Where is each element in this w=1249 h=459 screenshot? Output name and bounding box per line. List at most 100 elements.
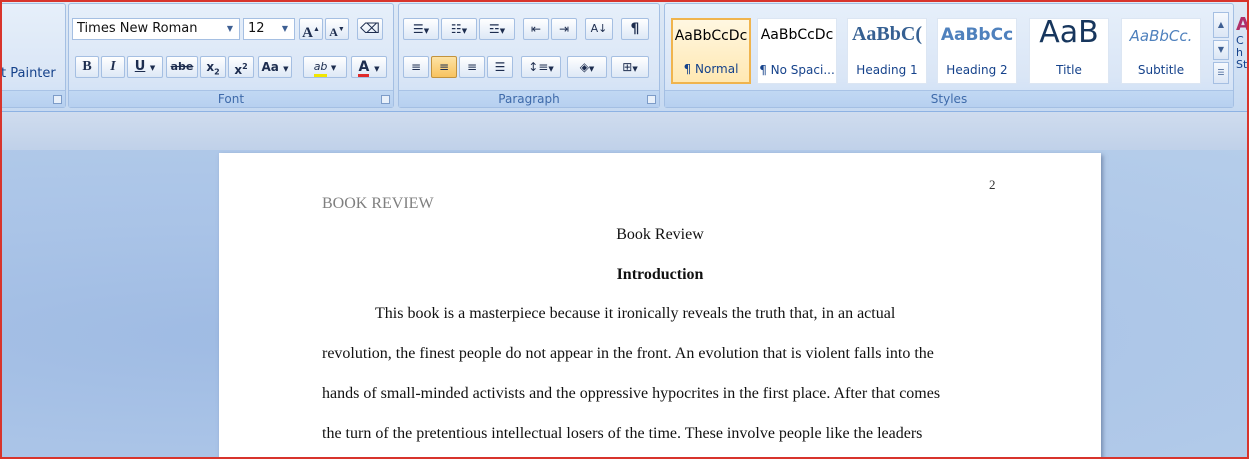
justify-icon: ☰ <box>494 60 506 74</box>
styles-group: AaBbCcDc ¶ Normal AaBbCcDc ¶ No Spaci...… <box>664 3 1234 108</box>
style-title[interactable]: AaB Title <box>1029 15 1109 84</box>
font-dialog-launcher[interactable] <box>381 95 390 104</box>
strikethrough-button[interactable]: abe <box>166 56 198 78</box>
superscript-button[interactable]: x2 <box>228 56 254 78</box>
italic-icon: I <box>110 59 116 74</box>
style-heading-1[interactable]: AaBbC( Heading 1 <box>847 18 927 84</box>
italic-button[interactable]: I <box>101 56 125 78</box>
subscript-icon: x <box>206 60 215 74</box>
font-group-label: Font <box>69 90 393 107</box>
font-size-value: 12 <box>248 21 265 36</box>
paragraph-group-label: Paragraph <box>399 90 659 107</box>
sort-button[interactable]: A↓ <box>585 18 613 40</box>
chevron-down-icon[interactable]: ▼ <box>150 64 155 72</box>
chevron-down-icon[interactable]: ▼ <box>223 19 237 39</box>
font-size-combo[interactable]: 12 ▼ <box>243 18 295 40</box>
pilcrow-icon: ¶ <box>630 21 640 37</box>
format-painter-button[interactable]: t Painter <box>1 66 56 81</box>
numbered-list-icon: ☷ <box>450 22 462 36</box>
chevron-down-icon[interactable]: ▼ <box>374 65 379 73</box>
align-right-button[interactable]: ≡ <box>459 56 485 78</box>
shading-button[interactable]: ◈▼ <box>567 56 607 78</box>
multilevel-list-button[interactable]: ☲▼ <box>479 18 515 40</box>
style-name: Heading 1 <box>856 63 918 77</box>
gallery-scroll-down[interactable]: ▼ <box>1213 40 1229 60</box>
increase-indent-button[interactable]: ⇥ <box>551 18 577 40</box>
sort-az-icon: A↓ <box>590 22 608 35</box>
font-name-value: Times New Roman <box>77 21 198 36</box>
decrease-indent-button[interactable]: ⇤ <box>523 18 549 40</box>
align-center-icon: ≡ <box>438 60 450 74</box>
show-marks-button[interactable]: ¶ <box>621 18 649 40</box>
running-head: BOOK REVIEW <box>322 195 434 212</box>
gallery-more[interactable]: ☰ <box>1213 62 1229 84</box>
chevron-down-icon[interactable]: ▼ <box>278 19 292 39</box>
gallery-scroll-up[interactable]: ▲ <box>1213 12 1229 38</box>
style-name: ¶ Normal <box>683 62 739 76</box>
style-subtitle[interactable]: AaBbCc. Subtitle <box>1121 18 1201 84</box>
chevron-down-icon[interactable]: ▼ <box>331 64 336 72</box>
style-preview: AaBbCcDc <box>674 28 748 44</box>
indent-icon: ⇥ <box>558 22 570 36</box>
style-name: Title <box>1056 63 1082 77</box>
clipboard-dialog-launcher[interactable] <box>53 95 62 104</box>
document-page[interactable]: 2 BOOK REVIEW Book Review Introduction T… <box>219 153 1101 459</box>
bold-icon: B <box>82 59 92 74</box>
numbering-button[interactable]: ☷▼ <box>441 18 477 40</box>
align-left-button[interactable]: ≡ <box>403 56 429 78</box>
eraser-icon: ⌫ <box>360 21 380 37</box>
line-spacing-icon: ↕≡ <box>528 60 549 74</box>
style-preview: AaB <box>1039 15 1099 50</box>
outdent-icon: ⇤ <box>530 22 542 36</box>
bold-button[interactable]: B <box>75 56 99 78</box>
align-right-icon: ≡ <box>466 60 478 74</box>
grow-font-button[interactable]: A▲ <box>299 18 323 41</box>
style-preview: AaBbC( <box>851 23 922 45</box>
underline-button[interactable]: U ▼ <box>127 56 163 78</box>
page-number: 2 <box>989 177 996 192</box>
style-normal[interactable]: AaBbCcDc ¶ Normal <box>671 18 751 84</box>
underline-icon: U <box>134 59 146 74</box>
change-styles-label: Ch St <box>1236 34 1248 71</box>
multilevel-list-icon: ☲ <box>488 22 500 36</box>
align-center-button[interactable]: ≡ <box>431 56 457 78</box>
shrink-font-icon: A <box>329 25 338 39</box>
change-case-button[interactable]: Aa ▼ <box>258 56 292 78</box>
document-area[interactable]: 2 BOOK REVIEW Book Review Introduction T… <box>0 150 1249 459</box>
change-styles-icon: A <box>1236 14 1249 35</box>
body-line: the turn of the pretentious intellectual… <box>322 425 923 442</box>
paint-bucket-icon: ◈ <box>579 60 589 74</box>
shrink-font-button[interactable]: A▼ <box>325 18 349 40</box>
superscript-icon: x <box>234 63 243 77</box>
font-group: Times New Roman ▼ 12 ▼ A▲ A▼ ⌫ B I U ▼ a… <box>68 3 394 108</box>
highlight-button[interactable]: ab ▼ <box>303 56 347 78</box>
justify-button[interactable]: ☰ <box>487 56 513 78</box>
font-name-combo[interactable]: Times New Roman ▼ <box>72 18 240 40</box>
subscript-button[interactable]: x2 <box>200 56 226 78</box>
clear-formatting-button[interactable]: ⌫ <box>357 18 383 40</box>
highlighter-icon: ab <box>313 60 328 77</box>
borders-icon: ⊞ <box>622 60 633 74</box>
document-title: Book Review <box>616 226 704 243</box>
style-no-spacing[interactable]: AaBbCcDc ¶ No Spaci... <box>757 18 837 84</box>
ruler-band <box>0 112 1249 150</box>
style-name: Subtitle <box>1137 63 1185 77</box>
paragraph-group: ☰▼ ☷▼ ☲▼ ⇤ ⇥ A↓ ¶ ≡ ≡ ≡ ☰ ↕≡▼ ◈▼ ⊞▼ Para… <box>398 3 660 108</box>
style-heading-2[interactable]: AaBbCc Heading 2 <box>937 18 1017 84</box>
paragraph-dialog-launcher[interactable] <box>647 95 656 104</box>
style-name: ¶ No Spaci... <box>759 63 835 77</box>
bullets-button[interactable]: ☰▼ <box>403 18 439 40</box>
change-styles-button[interactable]: A Ch St <box>1236 14 1249 94</box>
style-preview: AaBbCc <box>940 25 1014 45</box>
line-spacing-button[interactable]: ↕≡▼ <box>521 56 561 78</box>
body-line: revolution, the finest people do not app… <box>322 345 934 362</box>
font-color-button[interactable]: A ▼ <box>351 56 387 78</box>
font-color-icon: A <box>358 59 370 77</box>
borders-button[interactable]: ⊞▼ <box>611 56 649 78</box>
style-preview: AaBbCc. <box>1129 27 1193 45</box>
body-line: This book is a masterpiece because it ir… <box>375 305 896 322</box>
chevron-down-icon[interactable]: ▼ <box>283 65 288 73</box>
bullet-list-icon: ☰ <box>412 22 424 36</box>
align-left-icon: ≡ <box>410 60 422 74</box>
strikethrough-icon: abe <box>170 60 194 73</box>
